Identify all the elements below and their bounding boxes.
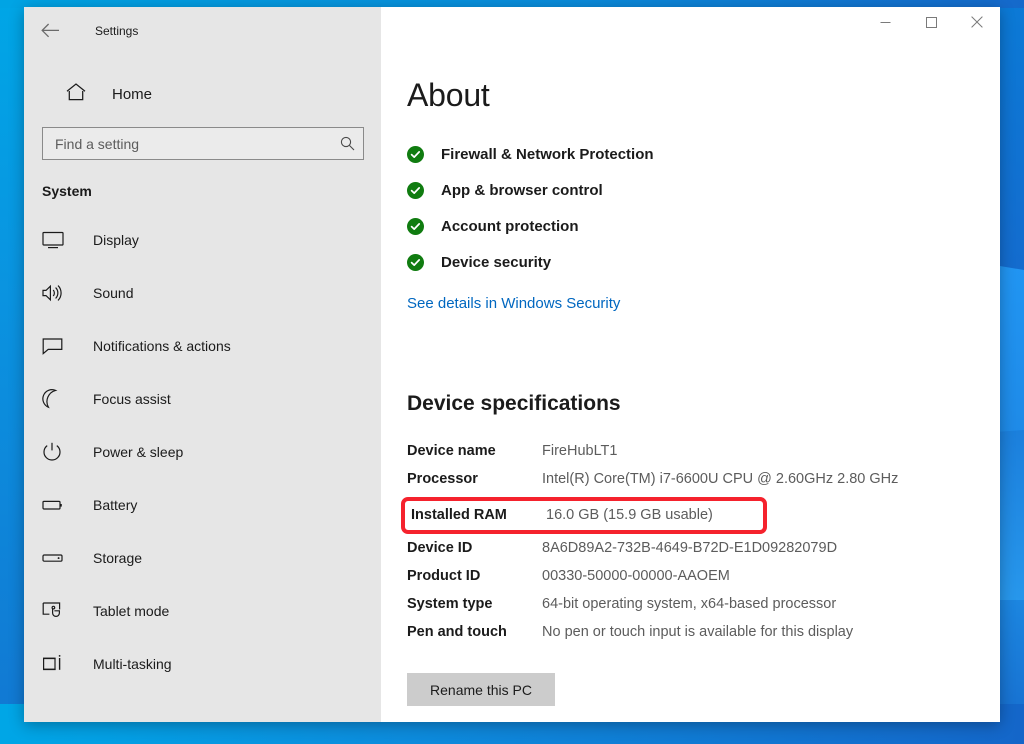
spec-value: 8A6D89A2-732B-4649-B72D-E1D09282079D — [542, 538, 837, 559]
spec-row-product-id: Product ID 00330-50000-00000-AAOEM — [407, 566, 927, 587]
search-input[interactable] — [43, 136, 331, 152]
spec-row-installed-ram: Installed RAM 16.0 GB (15.9 GB usable) — [401, 497, 767, 534]
power-icon — [42, 442, 72, 462]
monitor-icon — [42, 231, 72, 249]
sidebar-nav-list: Display Sound — [24, 213, 381, 690]
device-specifications-table: Device name FireHubLT1 Processor Intel(R… — [407, 441, 927, 643]
home-icon — [66, 83, 86, 106]
sidebar-item-storage[interactable]: Storage — [24, 531, 381, 584]
moon-icon — [42, 389, 72, 409]
security-status-label: Account protection — [441, 218, 579, 235]
spec-key: System type — [407, 594, 542, 615]
sidebar-item-notifications-label: Notifications & actions — [93, 338, 231, 354]
check-circle-icon — [407, 254, 424, 271]
security-status-label: App & browser control — [441, 182, 603, 199]
rename-pc-button[interactable]: Rename this PC — [407, 673, 555, 706]
spec-key: Device name — [407, 441, 542, 462]
spec-key: Processor — [407, 469, 542, 490]
sidebar-item-focus-assist-label: Focus assist — [93, 391, 171, 407]
spec-key: Device ID — [407, 538, 542, 559]
spec-row-system-type: System type 64-bit operating system, x64… — [407, 594, 927, 615]
security-status-label: Firewall & Network Protection — [441, 146, 654, 163]
back-arrow-icon[interactable] — [27, 15, 73, 47]
check-circle-icon — [407, 182, 424, 199]
check-circle-icon — [407, 218, 424, 235]
search-box[interactable] — [42, 127, 364, 160]
settings-content: About Firewall & Network Protection — [381, 7, 1000, 722]
sidebar-item-tablet-mode[interactable]: Tablet mode — [24, 584, 381, 637]
security-status-list: Firewall & Network Protection App & brow… — [407, 136, 1000, 280]
spec-row-device-name: Device name FireHubLT1 — [407, 441, 927, 462]
sidebar-item-focus-assist[interactable]: Focus assist — [24, 372, 381, 425]
sidebar-item-tablet-mode-label: Tablet mode — [93, 603, 169, 619]
spec-row-device-id: Device ID 8A6D89A2-732B-4649-B72D-E1D092… — [407, 538, 927, 559]
windows-security-details-link[interactable]: See details in Windows Security — [407, 295, 620, 312]
sidebar-item-power-sleep[interactable]: Power & sleep — [24, 425, 381, 478]
settings-window: Settings — [24, 7, 1000, 722]
spec-row-processor: Processor Intel(R) Core(TM) i7-6600U CPU… — [407, 469, 927, 490]
sidebar-item-multitasking[interactable]: Multi-tasking — [24, 637, 381, 690]
security-status-item[interactable]: Device security — [407, 244, 1000, 280]
spec-value: 00330-50000-00000-AAOEM — [542, 566, 730, 587]
security-status-item[interactable]: Firewall & Network Protection — [407, 136, 1000, 172]
search-icon[interactable] — [331, 128, 363, 159]
spec-value: 16.0 GB (15.9 GB usable) — [546, 505, 713, 526]
sidebar-item-storage-label: Storage — [93, 550, 142, 566]
minimize-icon[interactable] — [862, 7, 908, 37]
sidebar-item-multitasking-label: Multi-tasking — [93, 656, 172, 672]
tablet-touch-icon — [42, 601, 72, 620]
multitasking-icon — [42, 655, 72, 673]
device-specifications-title: Device specifications — [407, 392, 1000, 416]
spec-key: Pen and touch — [407, 622, 542, 643]
page-title: About — [407, 77, 1000, 114]
security-status-label: Device security — [441, 254, 551, 271]
battery-icon — [42, 498, 72, 512]
speech-bubble-icon — [42, 337, 72, 355]
security-status-item[interactable]: Account protection — [407, 208, 1000, 244]
desktop-wallpaper: Settings — [0, 0, 1024, 744]
sidebar-item-battery-label: Battery — [93, 497, 137, 513]
sidebar-item-notifications[interactable]: Notifications & actions — [24, 319, 381, 372]
spec-value: No pen or touch input is available for t… — [542, 622, 853, 643]
spec-value: 64-bit operating system, x64-based proce… — [542, 594, 836, 615]
spec-value: FireHubLT1 — [542, 441, 617, 462]
maximize-icon[interactable] — [908, 7, 954, 37]
check-circle-icon — [407, 146, 424, 163]
settings-sidebar: Home System — [24, 7, 381, 722]
sidebar-item-display[interactable]: Display — [24, 213, 381, 266]
drive-icon — [42, 552, 72, 564]
window-controls — [862, 7, 1000, 37]
sidebar-item-sound[interactable]: Sound — [24, 266, 381, 319]
spec-value: Intel(R) Core(TM) i7-6600U CPU @ 2.60GHz… — [542, 469, 898, 490]
sidebar-item-home[interactable]: Home — [24, 74, 381, 114]
spec-row-pen-and-touch: Pen and touch No pen or touch input is a… — [407, 622, 927, 643]
security-status-item[interactable]: App & browser control — [407, 172, 1000, 208]
sidebar-item-home-label: Home — [112, 86, 152, 103]
sidebar-section-title: System — [42, 183, 381, 199]
spec-key: Installed RAM — [411, 505, 546, 526]
sidebar-item-sound-label: Sound — [93, 285, 133, 301]
window-title: Settings — [95, 15, 138, 47]
sidebar-item-battery[interactable]: Battery — [24, 478, 381, 531]
close-icon[interactable] — [954, 7, 1000, 37]
sidebar-item-display-label: Display — [93, 232, 139, 248]
sidebar-item-power-sleep-label: Power & sleep — [93, 444, 183, 460]
speaker-icon — [42, 284, 72, 302]
spec-key: Product ID — [407, 566, 542, 587]
